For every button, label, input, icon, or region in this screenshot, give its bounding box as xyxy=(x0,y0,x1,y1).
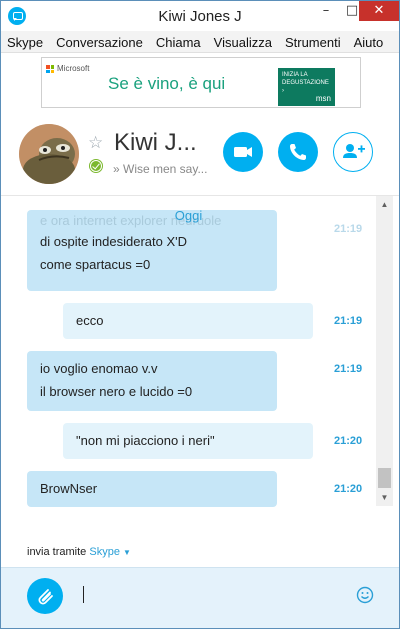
message-bubble-outgoing: ecco xyxy=(63,303,313,339)
add-contact-button[interactable] xyxy=(333,132,373,172)
message-line: BrowNser xyxy=(40,481,98,496)
ad-headline: Se è vino, è qui xyxy=(108,74,226,93)
message-timestamp: 21:19 xyxy=(334,315,363,327)
menu-skype[interactable]: Skype xyxy=(7,35,43,50)
skype-logo-icon xyxy=(8,7,26,25)
window-title: Kiwi Jones J xyxy=(158,8,242,25)
send-via: invia tramite Skype ▼ xyxy=(27,546,131,558)
ad-cta-line2: DEGUSTAZIONE › xyxy=(282,80,329,94)
menu-aiuto[interactable]: Aiuto xyxy=(354,35,384,50)
minimize-button[interactable]: – xyxy=(313,1,339,21)
message-line: il browser nero e lucido =0 xyxy=(40,384,193,399)
message-bubble-incoming: io voglio enomao v.v il browser nero e l… xyxy=(27,351,277,411)
compose-area xyxy=(1,567,399,628)
message-line: "non mi piacciono i neri" xyxy=(76,433,215,448)
avatar[interactable] xyxy=(19,124,79,184)
microsoft-logo-icon xyxy=(46,65,54,73)
menu-chiama[interactable]: Chiama xyxy=(156,35,201,50)
contact-header: ☆ Kiwi J... » Wise men say... xyxy=(1,114,399,196)
ad-area: Microsoft Se è vino, è qui INIZIA LA DEG… xyxy=(1,54,399,114)
scrollbar-thumb[interactable] xyxy=(378,468,391,488)
message-line: di ospite indesiderato X'D xyxy=(40,234,188,249)
paperclip-icon xyxy=(38,589,53,605)
attach-button[interactable] xyxy=(27,578,63,614)
close-button[interactable]: ✕ xyxy=(359,1,399,21)
emoticon-icon xyxy=(356,586,374,604)
online-status-icon xyxy=(90,160,102,172)
message-bubble-incoming: BrowNser xyxy=(27,471,277,507)
ad-cta-line1: INIZIA LA xyxy=(282,72,308,78)
favorite-star-icon[interactable]: ☆ xyxy=(88,133,103,153)
scroll-up-icon[interactable]: ▲ xyxy=(376,196,393,213)
message-bubble-outgoing: "non mi piacciono i neri" xyxy=(63,423,313,459)
contact-mood: » Wise men say... xyxy=(113,162,208,176)
ad-banner[interactable]: Microsoft Se è vino, è qui INIZIA LA DEG… xyxy=(41,57,361,108)
message-timestamp: 21:19 xyxy=(334,363,363,375)
chevron-down-icon: ▼ xyxy=(123,548,131,557)
skype-window: Kiwi Jones J – □ ✕ Skype Conversazione C… xyxy=(0,0,400,629)
menu-conversazione[interactable]: Conversazione xyxy=(56,35,143,50)
message-input[interactable] xyxy=(81,583,341,607)
menu-visualizza[interactable]: Visualizza xyxy=(214,35,272,50)
ad-cta-button[interactable]: INIZIA LA DEGUSTAZIONE › msn xyxy=(278,68,335,106)
title-bar[interactable]: Kiwi Jones J – □ ✕ xyxy=(1,1,399,31)
menu-bar: Skype Conversazione Chiama Visualizza St… xyxy=(1,31,399,53)
ad-cta-brand: msn xyxy=(315,94,331,103)
send-via-selector[interactable]: Skype ▼ xyxy=(89,546,131,558)
contact-name[interactable]: Kiwi J... xyxy=(114,129,197,157)
send-via-service: Skype xyxy=(89,546,120,558)
day-separator: Oggi xyxy=(174,208,203,223)
emoticon-button[interactable] xyxy=(355,585,375,605)
video-icon xyxy=(234,147,252,157)
conversation-pane[interactable]: Oggi e ora internet explorer neuruole di… xyxy=(1,196,399,536)
message-line: come spartacus =0 xyxy=(40,257,151,272)
conversation-scrollbar[interactable]: ▲ ▼ xyxy=(376,196,393,506)
message-timestamp: 21:20 xyxy=(334,435,363,447)
video-call-button[interactable] xyxy=(223,132,263,172)
add-contact-icon xyxy=(343,144,365,158)
phone-icon xyxy=(290,144,306,160)
scroll-down-icon[interactable]: ▼ xyxy=(376,489,393,506)
message-timestamp: 21:20 xyxy=(334,483,363,495)
message-timestamp: 21:19 xyxy=(334,223,363,235)
message-line: ecco xyxy=(76,313,104,328)
ad-brand: Microsoft xyxy=(57,64,90,73)
text-caret xyxy=(83,586,84,603)
voice-call-button[interactable] xyxy=(278,132,318,172)
message-line: io voglio enomao v.v xyxy=(40,361,158,376)
menu-strumenti[interactable]: Strumenti xyxy=(285,35,341,50)
send-via-label: invia tramite xyxy=(27,546,87,558)
